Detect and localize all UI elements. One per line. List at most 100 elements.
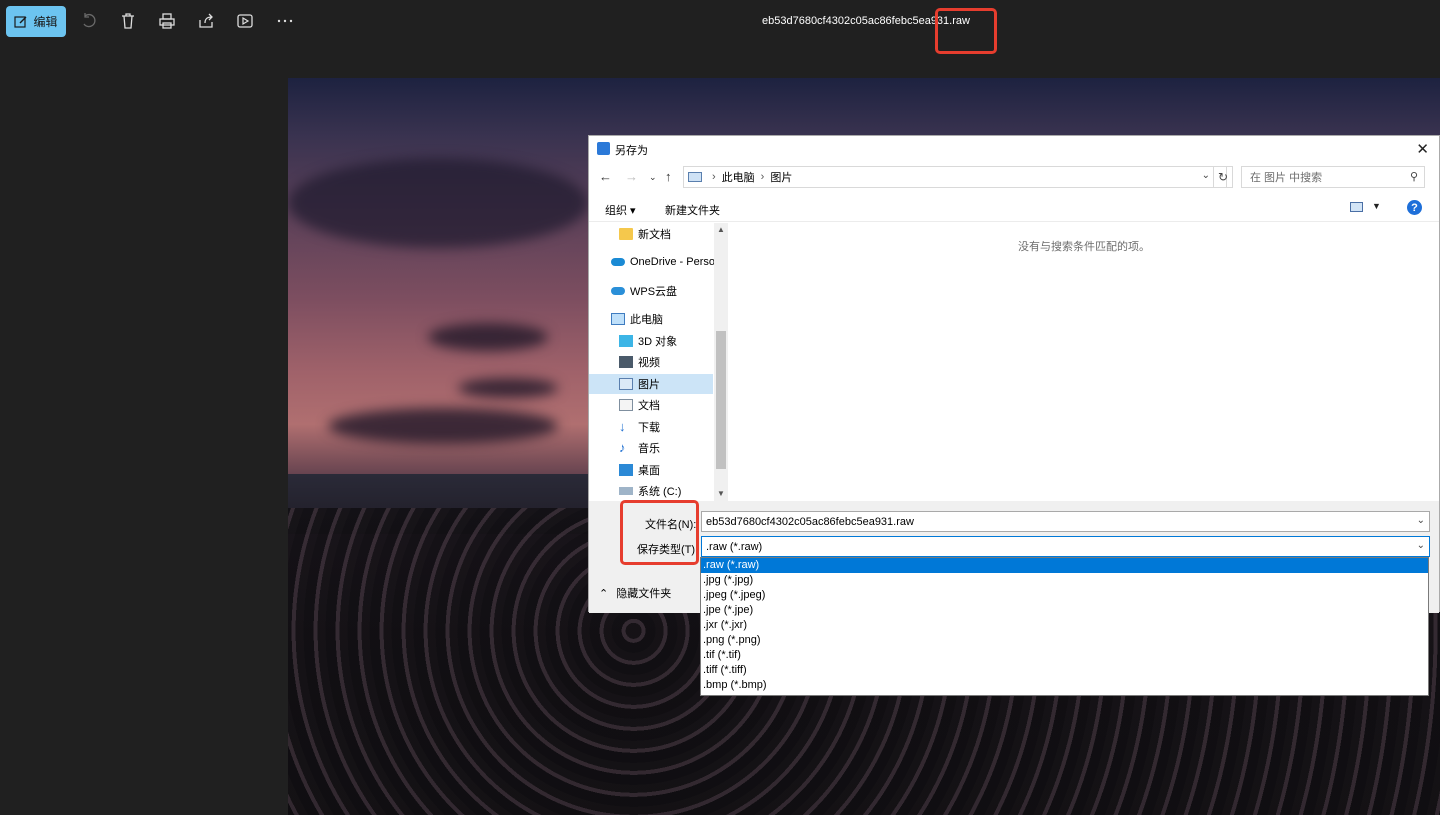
filetype-dropdown-list: .raw (*.raw) .jpg (*.jpg) .jpeg (*.jpeg)…	[700, 557, 1429, 696]
photos-toolbar: 编辑 eb53d7680cf4302c05ac86febc5ea931.raw	[0, 0, 1440, 44]
edit-button[interactable]: 编辑	[6, 6, 66, 37]
help-icon[interactable]: ?	[1407, 200, 1422, 215]
filetype-option[interactable]: .tiff (*.tiff)	[701, 663, 1428, 678]
nav-item-documents[interactable]: 文档	[619, 395, 714, 415]
pictures-icon	[619, 378, 633, 390]
filetype-option[interactable]: .jxr (*.jxr)	[701, 618, 1428, 633]
close-icon[interactable]: ✕	[1416, 140, 1429, 158]
filetype-dropdown-icon[interactable]: ⌄	[1417, 540, 1425, 551]
nav-item-label: WPS云盘	[630, 286, 678, 298]
documents-icon	[619, 399, 633, 411]
slideshow-icon[interactable]	[235, 11, 255, 31]
organize-menu[interactable]: 组织 ▾	[605, 202, 636, 218]
labels-highlight-box	[620, 500, 699, 565]
nav-item-label: 此电脑	[630, 314, 663, 326]
drive-icon	[619, 487, 633, 495]
nav-item-label: 视频	[638, 357, 660, 369]
nav-item-label: 3D 对象	[638, 336, 678, 348]
search-input[interactable]: 在 图片 中搜索 ⚲	[1241, 166, 1425, 188]
more-options-icon[interactable]	[275, 11, 295, 31]
address-row: ← → ⌄ ↑ › 此电脑 › 图片 ⌄ ↻ 在 图片 中搜索 ⚲	[589, 165, 1439, 189]
folder-icon	[619, 228, 633, 240]
filetype-select[interactable]: .raw (*.raw) ⌄	[701, 536, 1430, 557]
filename-dropdown-icon[interactable]: ⌄	[1417, 515, 1425, 526]
nav-item-system-c[interactable]: 系统 (C:)	[619, 481, 714, 501]
nav-item-desktop[interactable]: 桌面	[619, 460, 714, 480]
desktop-icon	[619, 464, 633, 476]
chevron-up-icon: ⌃	[599, 587, 609, 600]
delete-icon[interactable]	[118, 11, 138, 31]
navigation-pane: 新文档 OneDrive - Perso WPS云盘 此电脑 3D 对象 视频 …	[589, 223, 728, 501]
navigation-scrollbar[interactable]: ▲ ▼	[714, 223, 728, 501]
print-icon[interactable]	[157, 11, 177, 31]
nav-item-label: 下载	[638, 422, 660, 434]
nav-item-this-pc[interactable]: 此电脑	[611, 309, 714, 329]
video-icon	[619, 356, 633, 368]
search-icon: ⚲	[1409, 171, 1418, 183]
breadcrumb-this-pc[interactable]: 此电脑	[722, 169, 755, 185]
view-dropdown-icon[interactable]: ▼	[1372, 201, 1381, 211]
nav-item-label: OneDrive - Perso	[630, 256, 715, 268]
filetype-option[interactable]: .tif (*.tif)	[701, 648, 1428, 663]
new-folder-button[interactable]: 新建文件夹	[665, 202, 720, 218]
filetype-option[interactable]: .jpeg (*.jpeg)	[701, 588, 1428, 603]
scroll-up-icon[interactable]: ▲	[717, 225, 725, 234]
nav-item-label: 文档	[638, 400, 660, 412]
onedrive-icon	[611, 258, 625, 266]
music-icon: ♪	[619, 440, 626, 455]
filetype-option[interactable]: .jpe (*.jpe)	[701, 603, 1428, 618]
nav-item-downloads[interactable]: ↓ 下载	[619, 417, 714, 437]
up-arrow-icon[interactable]: ↑	[665, 169, 672, 184]
recent-locations-chevron-icon[interactable]: ⌄	[649, 172, 657, 183]
search-placeholder: 在 图片 中搜索	[1250, 172, 1323, 184]
file-list-pane[interactable]: 没有与搜索条件匹配的项。	[729, 223, 1440, 501]
forward-arrow-icon[interactable]: →	[625, 169, 638, 184]
hide-folders-toggle[interactable]: ⌃ 隐藏文件夹	[599, 585, 671, 601]
nav-item-new-docs[interactable]: 新文档	[619, 224, 714, 244]
edit-image-icon	[14, 15, 27, 28]
nav-item-label: 新文档	[638, 229, 671, 241]
nav-item-wps-cloud[interactable]: WPS云盘	[611, 281, 714, 301]
share-icon[interactable]	[196, 11, 216, 31]
command-bar: 组织 ▾ 新建文件夹 ▼ ?	[589, 194, 1439, 222]
address-bar[interactable]: › 此电脑 › 图片 ⌄	[683, 166, 1227, 188]
dialog-titlebar: 另存为 ✕	[589, 136, 1439, 162]
cloud-icon	[611, 287, 625, 295]
scroll-thumb[interactable]	[716, 331, 726, 469]
breadcrumb-separator-icon: ›	[760, 171, 765, 183]
breadcrumb-separator-icon: ›	[712, 171, 716, 183]
edit-button-label: 编辑	[33, 15, 58, 29]
refresh-icon[interactable]: ↻	[1213, 166, 1233, 188]
extension-highlight-box	[935, 8, 997, 54]
dialog-app-icon	[597, 142, 610, 155]
filename-field[interactable]: eb53d7680cf4302c05ac86febc5ea931.raw ⌄	[701, 511, 1430, 532]
filetype-option[interactable]: .png (*.png)	[701, 633, 1428, 648]
hide-folders-label: 隐藏文件夹	[616, 588, 672, 600]
3d-objects-icon	[619, 335, 633, 347]
nav-item-label: 音乐	[638, 443, 660, 455]
filetype-value: .raw (*.raw)	[706, 540, 763, 553]
rotate-icon[interactable]	[79, 11, 99, 31]
save-as-dialog: 另存为 ✕ ← → ⌄ ↑ › 此电脑 › 图片 ⌄ ↻ 在 图片 中搜索 ⚲ …	[588, 135, 1440, 613]
empty-results-message: 没有与搜索条件匹配的项。	[1018, 241, 1150, 253]
nav-item-pictures[interactable]: 图片	[589, 374, 713, 394]
filename-value: eb53d7680cf4302c05ac86febc5ea931.raw	[706, 515, 914, 528]
breadcrumb-pictures[interactable]: 图片	[770, 169, 792, 185]
nav-item-onedrive[interactable]: OneDrive - Perso	[611, 252, 715, 272]
address-dropdown-icon[interactable]: ⌄	[1202, 170, 1210, 181]
nav-item-label: 系统 (C:)	[638, 486, 682, 498]
nav-item-music[interactable]: ♪ 音乐	[619, 438, 714, 458]
filetype-option[interactable]: .bmp (*.bmp)	[701, 678, 1428, 693]
nav-item-videos[interactable]: 视频	[619, 352, 714, 372]
view-options-icon[interactable]	[1350, 202, 1363, 212]
back-arrow-icon[interactable]: ←	[599, 169, 612, 184]
filetype-option[interactable]: .jpg (*.jpg)	[701, 573, 1428, 588]
filetype-option[interactable]: .raw (*.raw)	[701, 558, 1428, 573]
scroll-down-icon[interactable]: ▼	[717, 489, 725, 498]
pictures-location-icon	[688, 172, 702, 182]
nav-item-label: 桌面	[638, 465, 660, 477]
nav-item-label: 图片	[638, 379, 660, 391]
dialog-title: 另存为	[615, 145, 648, 157]
nav-item-3d-objects[interactable]: 3D 对象	[619, 331, 714, 351]
download-icon: ↓	[619, 419, 626, 434]
